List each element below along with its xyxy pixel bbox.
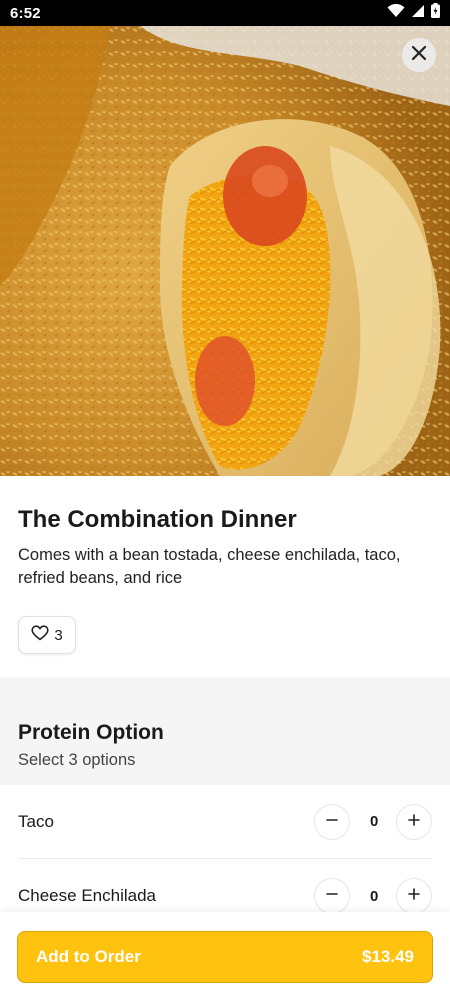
hero-image bbox=[0, 26, 450, 476]
order-price: $13.49 bbox=[362, 947, 414, 966]
add-to-order-button[interactable]: Add to Order $13.49 bbox=[17, 931, 433, 983]
option-row-taco: Taco 0 bbox=[18, 785, 432, 859]
increment-button[interactable] bbox=[396, 878, 432, 914]
option-label: Taco bbox=[18, 811, 54, 831]
protein-option-header: Protein Option Select 3 options bbox=[0, 677, 450, 785]
heart-icon bbox=[31, 625, 49, 645]
item-info: The Combination Dinner Comes with a bean… bbox=[0, 476, 450, 654]
decrement-button[interactable] bbox=[314, 878, 350, 914]
minus-icon bbox=[326, 813, 338, 831]
like-button[interactable]: 3 bbox=[18, 616, 76, 654]
close-button[interactable] bbox=[402, 38, 436, 72]
decrement-button[interactable] bbox=[314, 803, 350, 840]
status-bar: 6:52 bbox=[0, 0, 450, 26]
status-time: 6:52 bbox=[10, 4, 41, 22]
signal-icon bbox=[411, 4, 425, 23]
option-label: Cheese Enchilada bbox=[18, 886, 156, 905]
status-icons bbox=[387, 3, 440, 23]
plus-icon bbox=[408, 813, 420, 831]
item-description: Comes with a bean tostada, cheese enchil… bbox=[18, 546, 401, 587]
increment-button[interactable] bbox=[396, 803, 432, 840]
battery-icon bbox=[431, 3, 440, 23]
options-subtitle: Select 3 options bbox=[18, 751, 136, 769]
options-title: Protein Option bbox=[18, 721, 164, 744]
close-icon bbox=[411, 45, 427, 66]
quantity-value: 0 bbox=[370, 887, 379, 905]
quantity-value: 0 bbox=[370, 813, 379, 830]
food-illustration bbox=[0, 26, 450, 476]
quantity-stepper: 0 bbox=[314, 803, 432, 840]
minus-icon bbox=[326, 887, 338, 905]
bottom-bar: Add to Order $13.49 bbox=[0, 912, 450, 1000]
plus-icon bbox=[408, 887, 420, 905]
like-count: 3 bbox=[54, 626, 63, 644]
quantity-stepper: 0 bbox=[314, 878, 432, 914]
add-to-order-label: Add to Order bbox=[36, 947, 141, 966]
item-title: The Combination Dinner bbox=[18, 506, 297, 533]
wifi-icon bbox=[387, 3, 405, 23]
